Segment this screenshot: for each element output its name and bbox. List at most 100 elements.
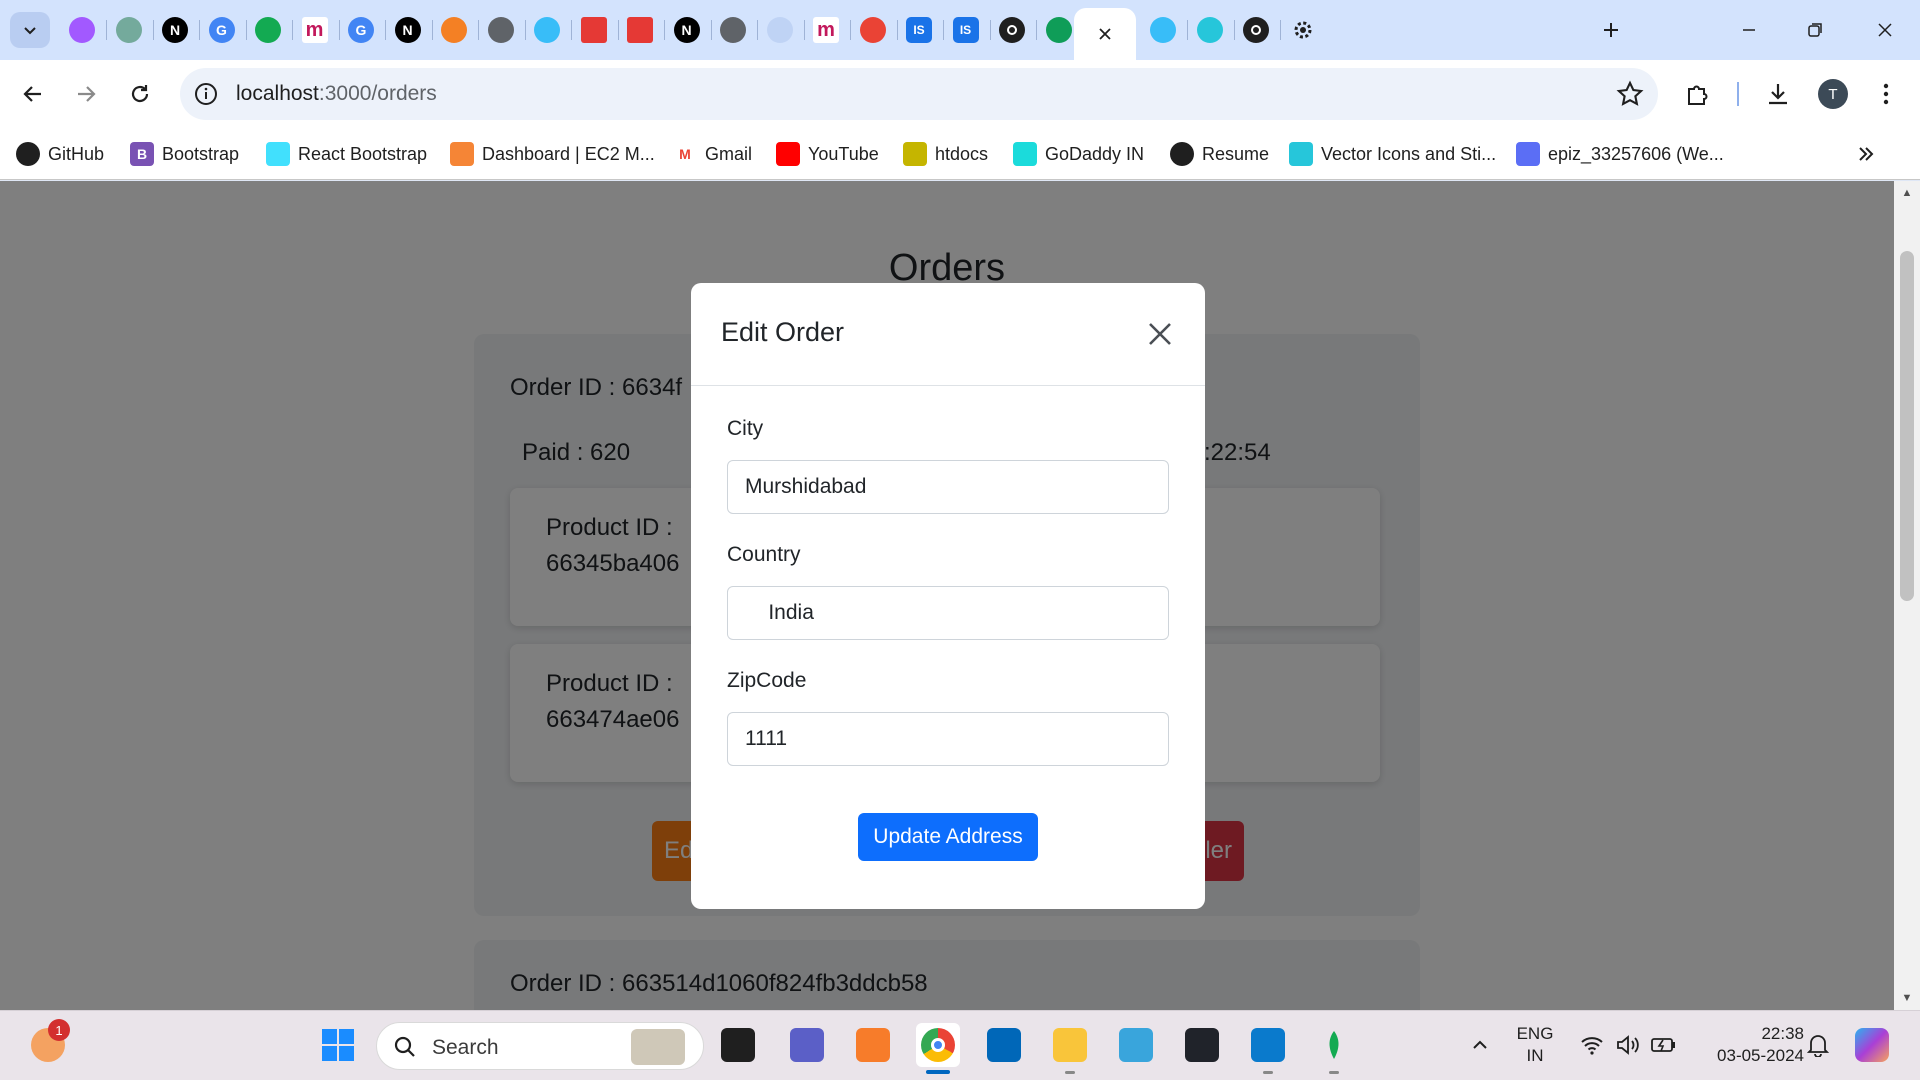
new-tab-button[interactable] [1588, 10, 1634, 50]
active-indicator [926, 1070, 950, 1074]
notifications-button[interactable] [1796, 1023, 1840, 1067]
browser-tab[interactable] [1283, 12, 1323, 48]
browser-tab[interactable] [1236, 12, 1276, 48]
page-scrollbar[interactable]: ▲ ▼ [1894, 181, 1920, 1010]
forward-button[interactable] [66, 74, 106, 114]
copilot-button[interactable] [1850, 1023, 1894, 1067]
react-devtools-taskbar-button[interactable] [1180, 1023, 1224, 1067]
tab-separator [943, 20, 944, 40]
mongodb-icon [255, 17, 281, 43]
microsoft-store-taskbar-button[interactable] [982, 1023, 1026, 1067]
show-hidden-icons-button[interactable] [1458, 1023, 1502, 1067]
bookmark-item[interactable]: React Bootstrap [266, 138, 427, 170]
language-line2: IN [1526, 1046, 1544, 1065]
browser-tab[interactable]: G [341, 12, 381, 48]
close-icon[interactable] [1145, 319, 1175, 349]
chrome-taskbar-button[interactable] [916, 1023, 960, 1074]
bookmark-item[interactable]: M Gmail [673, 138, 752, 170]
browser-tab[interactable] [1143, 12, 1183, 48]
browser-tab[interactable] [1190, 12, 1230, 48]
bookmark-item[interactable]: YouTube [776, 138, 879, 170]
address-bar[interactable]: localhost:3000/orders [180, 68, 1658, 120]
scroll-thumb[interactable] [1900, 251, 1914, 601]
language-indicator[interactable]: ENG IN [1510, 1023, 1560, 1067]
extensions-button[interactable] [1678, 74, 1718, 114]
browser-tab[interactable] [248, 12, 288, 48]
bookmarks-overflow-button[interactable] [1852, 140, 1880, 168]
teams-taskbar-button[interactable] [785, 1023, 829, 1067]
browser-tab[interactable]: N [155, 12, 195, 48]
scroll-up-icon[interactable]: ▲ [1901, 187, 1913, 199]
globe-icon [720, 17, 746, 43]
battery-icon[interactable] [1642, 1023, 1686, 1067]
site-info-icon[interactable] [194, 82, 218, 106]
vscode-icon [1251, 1028, 1285, 1062]
file-explorer-taskbar-button[interactable] [1048, 1023, 1092, 1074]
mongodb-compass-icon [1317, 1028, 1351, 1062]
gear-icon [1290, 17, 1316, 43]
browser-tab[interactable] [434, 12, 474, 48]
reload-button[interactable] [120, 74, 160, 114]
browser-tab[interactable]: N [667, 12, 707, 48]
browser-menu-button[interactable] [1866, 74, 1906, 114]
browser-tab[interactable] [992, 12, 1032, 48]
browser-tab[interactable]: IS [899, 12, 939, 48]
bookmark-item[interactable]: GoDaddy IN [1013, 138, 1144, 170]
edit-order-modal: Edit Order City Country ZipCode Update A… [691, 283, 1205, 909]
puzzle-icon [1688, 85, 1708, 105]
country-input[interactable] [727, 586, 1169, 640]
task-view-taskbar-button[interactable] [716, 1023, 760, 1067]
react-devtools-icon [1185, 1028, 1219, 1062]
browser-tab[interactable] [760, 12, 800, 48]
browser-tab[interactable] [527, 12, 567, 48]
xampp-icon [856, 1028, 890, 1062]
browser-tab[interactable] [574, 12, 614, 48]
scroll-down-icon[interactable]: ▼ [1901, 992, 1913, 1004]
browser-tab[interactable] [620, 12, 660, 48]
notepad-taskbar-button[interactable] [1114, 1023, 1158, 1067]
browser-tab[interactable]: m [806, 12, 846, 48]
feather-icon [1045, 17, 1072, 43]
browser-tab[interactable] [853, 12, 893, 48]
bookmark-item[interactable]: Vector Icons and Sti... [1289, 138, 1496, 170]
browser-tab[interactable] [109, 12, 149, 48]
minimize-button[interactable] [1726, 10, 1772, 50]
restore-button[interactable] [1792, 10, 1838, 50]
browser-tab[interactable]: N [388, 12, 428, 48]
bookmark-item[interactable]: htdocs [903, 138, 988, 170]
bookmark-item[interactable]: Dashboard | EC2 M... [450, 138, 655, 170]
browser-tab[interactable] [713, 12, 753, 48]
close-icon[interactable] [1092, 21, 1118, 47]
back-button[interactable] [13, 74, 53, 114]
microsoft-store-icon [987, 1028, 1021, 1062]
bookmark-item[interactable]: GitHub [16, 138, 104, 170]
start-button[interactable] [316, 1023, 360, 1067]
clock[interactable]: 22:38 03-05-2024 [1694, 1023, 1804, 1067]
city-input[interactable] [727, 460, 1169, 514]
zipcode-input[interactable] [727, 712, 1169, 766]
vscode-taskbar-button[interactable] [1246, 1023, 1290, 1074]
tailwind-icon [534, 17, 560, 43]
tab-separator [803, 20, 805, 40]
mongodb-compass-taskbar-button[interactable] [1312, 1023, 1356, 1074]
tab-active[interactable] [1074, 8, 1136, 60]
weather-widget[interactable]: 1 [26, 1019, 70, 1067]
browser-tab[interactable]: IS [946, 12, 986, 48]
browser-tab[interactable] [481, 12, 521, 48]
downloads-button[interactable] [1758, 74, 1798, 114]
browser-tab[interactable] [62, 12, 102, 48]
browser-tab[interactable] [1039, 12, 1079, 48]
browser-tab[interactable]: G [202, 12, 242, 48]
close-window-button[interactable] [1862, 10, 1908, 50]
profile-button[interactable]: T [1813, 74, 1853, 114]
tab-search-button[interactable] [10, 12, 50, 48]
browser-tab[interactable]: m [295, 12, 335, 48]
update-address-button[interactable]: Update Address [858, 813, 1038, 861]
bookmark-item[interactable]: B Bootstrap [130, 138, 239, 170]
xampp-taskbar-button[interactable] [851, 1023, 895, 1067]
bookmark-item[interactable]: epiz_33257606 (We... [1516, 138, 1724, 170]
taskbar-search-box[interactable]: Search [376, 1022, 704, 1070]
search-placeholder: Search [432, 1036, 499, 1059]
bookmark-star-icon[interactable] [1616, 80, 1644, 108]
bookmark-item[interactable]: Resume [1170, 138, 1269, 170]
